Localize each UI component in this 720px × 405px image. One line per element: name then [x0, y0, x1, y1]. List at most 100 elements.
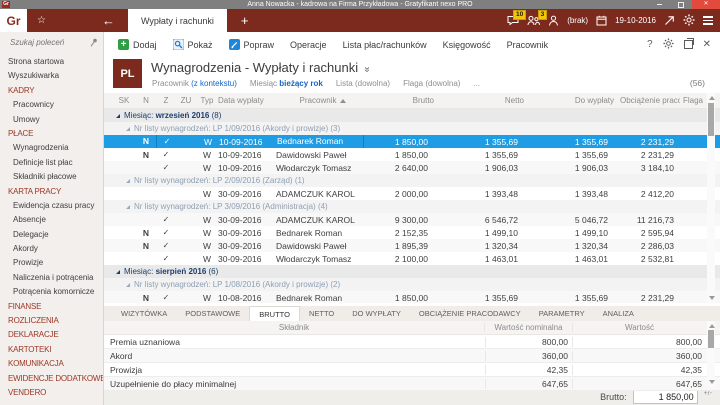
column-header-obciążenie-praco[interactable]: Obciążenie praco... — [620, 96, 680, 105]
tab-parametry[interactable]: PARAMETRY — [530, 306, 594, 321]
group-row-payroll-list[interactable]: Nr listy wynagrodzeń: LP 1/08/2016 (Akor… — [104, 278, 720, 291]
tab-analiza[interactable]: ANALIZA — [594, 306, 643, 321]
grid-row-bednarek-roman[interactable]: N✓W10-08-2016Bednarek Roman1 850,001 355… — [104, 291, 720, 303]
sidebar-item-vendero[interactable]: VENDERO — [0, 386, 103, 400]
grid-row-włodarczyk-tomasz[interactable]: ✓W30-09-2016Włodarczyk Tomasz2 100,001 4… — [104, 252, 720, 265]
toolbar-button-dodaj[interactable]: +Dodaj — [110, 32, 165, 57]
sidebar-item-pracownicy[interactable]: Pracownicy — [0, 98, 103, 112]
filter-lista[interactable]: Lista (dowolna) — [336, 79, 390, 88]
column-header-data-wypłaty[interactable]: Data wypłaty — [218, 96, 276, 105]
sidebar-item-ewidencja-czasu-pracy[interactable]: Ewidencja czasu pracy — [0, 199, 103, 213]
scroll-up-icon[interactable] — [709, 324, 715, 328]
grid-row-bednarek-roman[interactable]: N✓W10-09-2016Bednarek Roman1 850,001 355… — [104, 135, 720, 148]
sidebar-item-karta-pracy[interactable]: KARTA PRACY — [0, 185, 103, 199]
menu-button[interactable] — [703, 14, 713, 26]
pin-icon[interactable] — [90, 38, 98, 47]
sidebar-item-definicje-list-płac[interactable]: Definicje list płac — [0, 156, 103, 170]
toolbar-button-operacje[interactable]: Operacje — [282, 32, 335, 57]
sidebar-item-wynagrodzenia[interactable]: Wynagrodzenia — [0, 141, 103, 155]
sidebar-item-wyszukiwarka[interactable]: Wyszukiwarka — [0, 69, 103, 83]
group-row-month[interactable]: Miesiąc: sierpień 2016 (6) — [104, 265, 720, 278]
user-context-label[interactable]: (brak) — [567, 16, 588, 25]
filter-miesiąc[interactable]: Miesiąc bieżący rok — [250, 79, 323, 88]
grid-row-adamczuk-karol[interactable]: ✓W30-09-2016ADAMCZUK KAROL9 300,006 546,… — [104, 213, 720, 226]
contacts-button[interactable]: 3 — [527, 15, 540, 26]
filter-item[interactable]: ... — [473, 79, 480, 88]
tab-brutto[interactable]: BRUTTO — [249, 306, 300, 321]
tab-do-wypłaty[interactable]: DO WYPŁATY — [343, 306, 410, 321]
scroll-down-icon[interactable] — [709, 296, 715, 300]
sidebar-item-umowy[interactable]: Umowy — [0, 113, 103, 127]
sidebar-item-płace[interactable]: PŁACE — [0, 127, 103, 141]
group-row-payroll-list[interactable]: Nr listy wynagrodzeń: LP 2/09/2016 (Zarz… — [104, 174, 720, 187]
toolbar-button-pokaż[interactable]: Pokaż — [165, 32, 221, 57]
undock-button[interactable] — [684, 40, 693, 49]
tab-podstawowe[interactable]: PODSTAWOWE — [176, 306, 249, 321]
sidebar-item-składniki-płacowe[interactable]: Składniki płacowe — [0, 170, 103, 184]
minimize-button[interactable] — [648, 0, 670, 9]
settings-button[interactable] — [683, 14, 695, 26]
sidebar-item-kadry[interactable]: KADRY — [0, 84, 103, 98]
column-header-sk[interactable]: SK — [112, 96, 136, 105]
scrollbar-thumb[interactable] — [708, 330, 714, 348]
sidebar-item-komunikacja[interactable]: KOMUNIKACJA — [0, 357, 103, 371]
column-header-netto[interactable]: Netto — [440, 96, 530, 105]
module-settings-button[interactable] — [663, 38, 674, 52]
app-logo[interactable]: Gr — [0, 9, 27, 32]
column-header-z[interactable]: Z — [156, 96, 176, 105]
sidebar-item-potrącenia-komornicze[interactable]: Potrącenia komornicze — [0, 285, 103, 299]
help-button[interactable]: ? — [647, 39, 653, 50]
scroll-down-icon[interactable] — [709, 380, 715, 384]
column-header-zu[interactable]: ZU — [176, 96, 196, 105]
grid-row-bednarek-roman[interactable]: N✓W30-09-2016Bednarek Roman2 152,351 499… — [104, 226, 720, 239]
toolbar-button-księgowość[interactable]: Księgowość — [435, 32, 499, 57]
sidebar-item-finanse[interactable]: FINANSE — [0, 300, 103, 314]
scrollbar-thumb[interactable] — [708, 103, 714, 136]
open-external-button[interactable] — [664, 15, 675, 26]
column-header-n[interactable]: N — [136, 96, 156, 105]
new-tab-button[interactable]: + — [241, 9, 249, 32]
search-input[interactable] — [8, 37, 90, 48]
back-arrow-icon[interactable]: ← — [102, 9, 115, 32]
sidebar-item-prowizje[interactable]: Prowizje — [0, 256, 103, 270]
current-date-label[interactable]: 19-10-2016 — [615, 16, 656, 25]
column-header-typ[interactable]: Typ — [196, 96, 218, 105]
user-button[interactable] — [548, 15, 559, 26]
detail-column-wartosc[interactable]: Wartość — [573, 323, 706, 332]
sidebar-item-naliczenia-i-potrącenia[interactable]: Naliczenia i potrącenia — [0, 271, 103, 285]
tab-wyplaty-i-rachunki[interactable]: Wypłaty i rachunki — [128, 9, 227, 32]
tab-netto[interactable]: NETTO — [300, 306, 343, 321]
detail-scrollbar[interactable] — [707, 321, 715, 387]
sidebar-item-akordy[interactable]: Akordy — [0, 242, 103, 256]
filter-flaga[interactable]: Flaga (dowolna) — [403, 79, 460, 88]
chevron-down-icon[interactable]: » — [361, 67, 372, 73]
grid-scrollbar[interactable] — [707, 93, 715, 303]
maximize-button[interactable] — [670, 0, 692, 9]
column-header-brutto[interactable]: Brutto — [370, 96, 440, 105]
module-close-button[interactable]: ✕ — [703, 39, 711, 50]
grid-row-dawidowski-paweł[interactable]: N✓W30-09-2016Dawidowski Paweł1 895,391 3… — [104, 239, 720, 252]
group-row-payroll-list[interactable]: Nr listy wynagrodzeń: LP 1/09/2016 (Akor… — [104, 122, 720, 135]
toolbar-button-pracownik[interactable]: Pracownik — [499, 32, 557, 57]
sidebar-item-rozliczenia[interactable]: ROZLICZENIA — [0, 314, 103, 328]
detail-column-wartosc-nominalna[interactable]: Wartość nominalna — [485, 323, 573, 332]
tab-obciążenie-pracodawcy[interactable]: OBCIĄŻENIE PRACODAWCY — [410, 306, 530, 321]
tab-wizytówka[interactable]: WIZYTÓWKA — [112, 306, 176, 321]
column-header-flaga[interactable]: Flaga — [680, 96, 706, 105]
sidebar-item-delegacje[interactable]: Delegacje — [0, 228, 103, 242]
column-header-do-wypłaty[interactable]: Do wypłaty — [530, 96, 620, 105]
favorite-star-icon[interactable]: ☆ — [37, 9, 46, 32]
sidebar-item-kartoteki[interactable]: KARTOTEKI — [0, 343, 103, 357]
detail-row-uzupełnienie-do-płacy-minimalnej[interactable]: Uzupełnienie do płacy minimalnej647,6564… — [104, 377, 720, 391]
filter-pracownik[interactable]: Pracownik (z kontekstu) — [152, 79, 237, 88]
sidebar-item-deklaracje[interactable]: DEKLARACJE — [0, 328, 103, 342]
grid-row-dawidowski-paweł[interactable]: N✓W10-09-2016Dawidowski Paweł1 850,001 3… — [104, 148, 720, 161]
detail-column-skladnik[interactable]: Składnik — [104, 323, 485, 332]
sidebar-item-ewidencje-dodatkowe[interactable]: EWIDENCJE DODATKOWE — [0, 372, 103, 386]
toolbar-button-popraw[interactable]: Popraw — [221, 32, 283, 57]
group-row-payroll-list[interactable]: Nr listy wynagrodzeń: LP 3/09/2016 (Admi… — [104, 200, 720, 213]
messages-button[interactable]: 10 — [507, 15, 519, 26]
column-header-pracownik[interactable]: Pracownik — [276, 96, 370, 105]
sidebar-item-strona-startowa[interactable]: Strona startowa — [0, 55, 103, 69]
grid-row-adamczuk-karol[interactable]: W30-09-2016ADAMCZUK KAROL2 000,001 393,4… — [104, 187, 720, 200]
